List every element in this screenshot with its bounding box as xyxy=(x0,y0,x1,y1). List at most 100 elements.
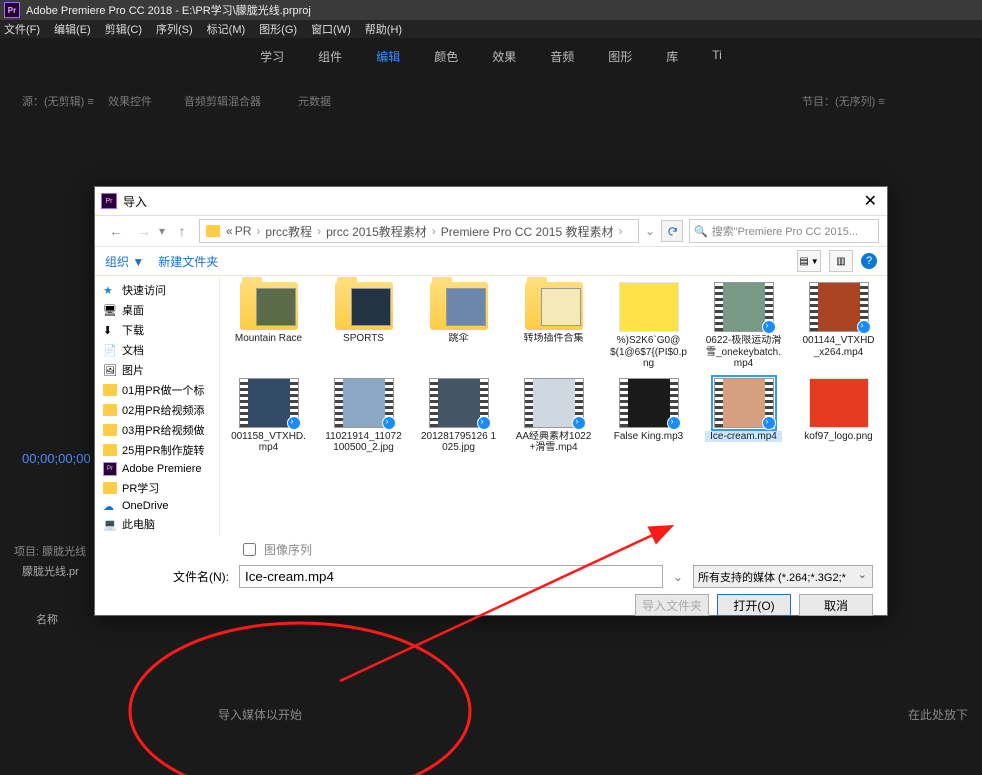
workspace-tab[interactable]: 效果 xyxy=(492,48,516,65)
breadcrumb-segment[interactable]: Premiere Pro CC 2015 教程素材 xyxy=(441,223,614,240)
sidebar-item[interactable]: ★快速访问 xyxy=(95,280,219,300)
sidebar-item[interactable]: PR学习 xyxy=(95,478,219,498)
file-item[interactable]: 转场插件合集 xyxy=(515,282,592,370)
search-input[interactable]: 🔍 搜索"Premiere Pro CC 2015... xyxy=(689,219,879,243)
image-sequence-checkbox[interactable]: 图像序列 xyxy=(239,540,873,559)
nav-up-button[interactable]: ↑ xyxy=(171,220,193,242)
organize-button[interactable]: 组织 ▼ xyxy=(105,253,144,270)
sidebar-item[interactable]: ☁ OneDrive xyxy=(95,498,219,514)
file-item[interactable]: %)S2K6`G0@$(1@6$7{(PI$0.png xyxy=(610,282,687,370)
panel-audiomix[interactable]: 音频剪辑混合器 xyxy=(184,93,261,109)
file-item[interactable]: kof97_logo.png xyxy=(800,378,877,454)
workspace-tab[interactable]: 音频 xyxy=(550,48,574,65)
checkbox-input[interactable] xyxy=(243,543,256,556)
panel-source[interactable]: 源：(无剪辑) ≡ xyxy=(22,93,94,109)
workspace-tab[interactable]: Ti xyxy=(712,48,722,65)
workspace-tab[interactable]: 组件 xyxy=(318,48,342,65)
folder-icon xyxy=(103,444,117,456)
import-dialog: Pr 导入 ✕ ← → ▾ ↑ « PR›prcc教程›prcc 2015教程素… xyxy=(94,186,888,616)
refresh-button[interactable] xyxy=(661,220,683,242)
file-grid[interactable]: Mountain RaceSPORTS 跳伞 转场插件合集%)S2K6`G0@$(1… xyxy=(220,276,887,536)
open-button[interactable]: 打开(O) xyxy=(717,594,791,616)
column-name[interactable]: 名称 xyxy=(36,611,58,627)
sidebar-item[interactable]: 03用PR给视频做 xyxy=(95,420,219,440)
sidebar-item[interactable]: 02用PR给视频添 xyxy=(95,400,219,420)
panel-effects[interactable]: 效果控件 xyxy=(108,93,152,109)
file-name: kof97_logo.png xyxy=(800,431,877,443)
drop-media-prompt[interactable]: 导入媒体以开始 xyxy=(218,706,302,723)
view-mode-button[interactable]: ▤▼ xyxy=(797,250,821,272)
dialog-body: ★快速访问🖥桌面⬇下载📄文档🖼图片01用PR做一个标02用PR给视频添03用PR… xyxy=(95,276,887,536)
import-folder-button[interactable]: 导入文件夹 xyxy=(635,594,709,616)
sidebar-item-label: OneDrive xyxy=(122,500,168,512)
workspace-tab[interactable]: 颜色 xyxy=(434,48,458,65)
checkbox-label: 图像序列 xyxy=(264,541,312,558)
drop-here-prompt[interactable]: 在此处放下 xyxy=(908,706,968,723)
dialog-sidebar[interactable]: ★快速访问🖥桌面⬇下载📄文档🖼图片01用PR做一个标02用PR给视频添03用PR… xyxy=(95,276,220,536)
menu-item[interactable]: 帮助(H) xyxy=(365,21,402,37)
preview-pane-button[interactable]: ▥ xyxy=(829,250,853,272)
file-item[interactable]: 001144_VTXHD_x264.mp4 xyxy=(800,282,877,370)
panel-program[interactable]: 节目：(无序列) ≡ xyxy=(802,93,885,109)
menu-item[interactable]: 编辑(E) xyxy=(54,21,91,37)
file-item[interactable]: 0622-极限运动滑雪_onekeybatch.mp4 xyxy=(705,282,782,370)
sidebar-item-label: 25用PR制作旋转 xyxy=(122,442,205,458)
help-icon[interactable]: ? xyxy=(861,253,877,269)
workspace-tab[interactable]: 编辑 xyxy=(376,48,400,65)
nav-back-button[interactable]: ← xyxy=(103,220,125,242)
folder-icon xyxy=(103,482,117,494)
menu-item[interactable]: 图形(G) xyxy=(259,21,297,37)
file-thumb xyxy=(429,378,489,428)
file-filter-combo[interactable]: 所有支持的媒体 (*.264;*.3G2;* xyxy=(693,565,873,588)
sidebar-item[interactable]: PrAdobe Premiere xyxy=(95,460,219,478)
nav-forward-button[interactable]: → xyxy=(131,220,153,242)
breadcrumb-segment[interactable]: prcc教程 xyxy=(265,223,312,240)
sidebar-item[interactable]: 📄文档 xyxy=(95,340,219,360)
sidebar-item[interactable]: 25用PR制作旋转 xyxy=(95,440,219,460)
file-item[interactable]: 201281795126 1025.jpg xyxy=(420,378,497,454)
breadcrumb-segment[interactable]: PR xyxy=(235,224,252,238)
sidebar-item[interactable]: 🖥桌面 xyxy=(95,300,219,320)
file-item[interactable]: AA经典素材1022+滑雪.mp4 xyxy=(515,378,592,454)
timecode: 00;00;00;00 xyxy=(22,451,91,466)
file-name: 跳伞 xyxy=(420,333,497,345)
file-item[interactable]: 跳伞 xyxy=(420,282,497,370)
file-thumb xyxy=(335,282,393,330)
file-item[interactable]: Mountain Race xyxy=(230,282,307,370)
menu-item[interactable]: 窗口(W) xyxy=(311,21,351,37)
file-item[interactable]: Ice-cream.mp4 xyxy=(705,378,782,454)
breadcrumb[interactable]: « PR›prcc教程›prcc 2015教程素材›Premiere Pro C… xyxy=(199,219,639,243)
file-item[interactable]: 11021914_11072100500_2.jpg xyxy=(325,378,402,454)
sidebar-item[interactable]: 🖼图片 xyxy=(95,360,219,380)
filename-input[interactable] xyxy=(239,565,663,588)
panel-meta[interactable]: 元数据 xyxy=(298,93,331,109)
file-item[interactable]: False King.mp3 xyxy=(610,378,687,454)
file-thumb xyxy=(430,282,488,330)
app-menubar[interactable]: 文件(F) 编辑(E) 剪辑(C) 序列(S) 标记(M) 图形(G) 窗口(W) 帮助(H) xyxy=(0,20,982,38)
workspace-tab[interactable]: 学习 xyxy=(260,48,284,65)
file-item[interactable]: SPORTS xyxy=(325,282,402,370)
file-name: 001144_VTXHD_x264.mp4 xyxy=(800,335,877,358)
file-name: 0622-极限运动滑雪_onekeybatch.mp4 xyxy=(705,335,782,370)
file-item[interactable]: 001158_VTXHD.mp4 xyxy=(230,378,307,454)
workspace-tabs[interactable]: 学习 组件 编辑 颜色 效果 音频 图形 库 Ti xyxy=(0,38,982,71)
menu-item[interactable]: 标记(M) xyxy=(207,21,246,37)
workspace-tab[interactable]: 库 xyxy=(666,48,678,65)
menu-item[interactable]: 序列(S) xyxy=(156,21,193,37)
menu-item[interactable]: 文件(F) xyxy=(4,21,40,37)
pic-icon: 🖼 xyxy=(103,364,117,376)
new-folder-button[interactable]: 新建文件夹 xyxy=(158,253,218,270)
cancel-button[interactable]: 取消 xyxy=(799,594,873,616)
menu-item[interactable]: 剪辑(C) xyxy=(105,21,142,37)
sidebar-item[interactable]: ⬇下载 xyxy=(95,320,219,340)
folder-icon xyxy=(103,424,117,436)
sidebar-item[interactable]: 💻此电脑 xyxy=(95,514,219,534)
sidebar-item[interactable]: 01用PR做一个标 xyxy=(95,380,219,400)
panel-project[interactable]: 项目: 朦胧光线 xyxy=(14,543,86,559)
breadcrumb-segment[interactable]: prcc 2015教程素材 xyxy=(326,223,427,240)
cloud-icon: ☁ xyxy=(103,500,117,512)
sidebar-item-label: 桌面 xyxy=(122,302,144,318)
download-icon: ⬇ xyxy=(103,324,117,336)
workspace-tab[interactable]: 图形 xyxy=(608,48,632,65)
close-icon[interactable]: ✕ xyxy=(860,191,881,211)
